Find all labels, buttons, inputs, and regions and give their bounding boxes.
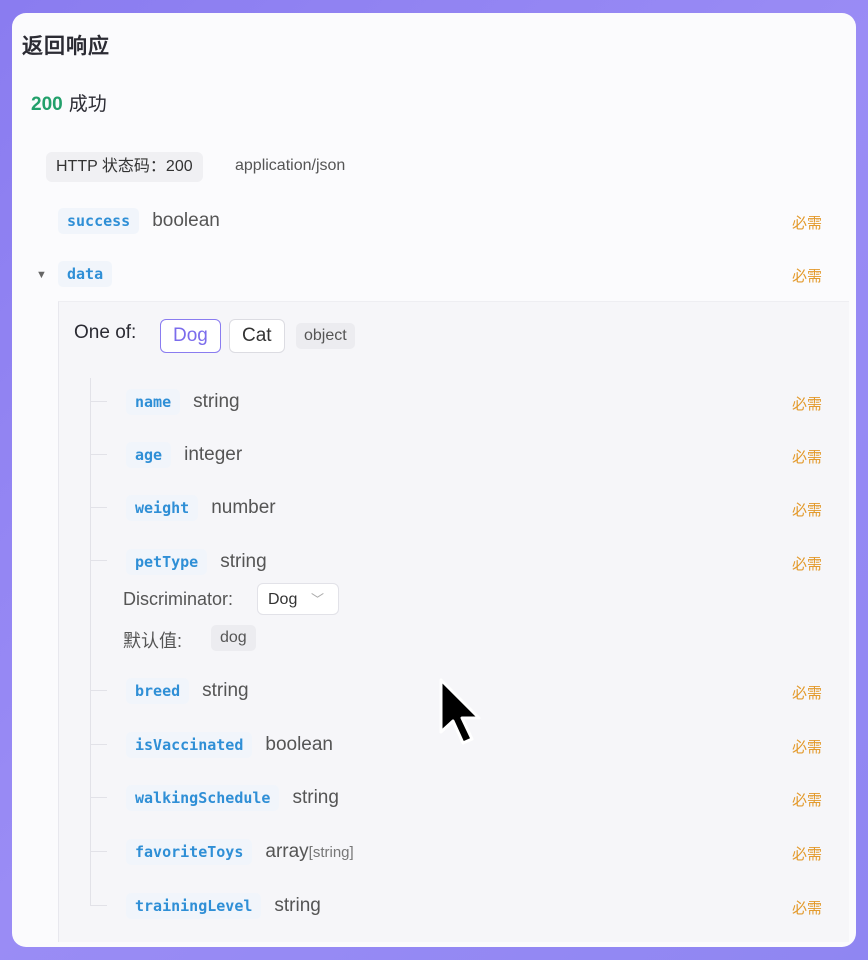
- chevron-down-icon: ﹀: [310, 592, 324, 607]
- section-title: 返回响应: [22, 35, 110, 58]
- field-name: weight: [126, 495, 199, 521]
- required-label: 必需: [791, 739, 822, 756]
- tree-branch: [91, 690, 107, 691]
- field-name: breed: [126, 678, 190, 704]
- required-label: 必需: [791, 215, 822, 232]
- required-label: 必需: [791, 268, 822, 285]
- field-name: name: [126, 389, 181, 415]
- field-type: integer: [184, 444, 243, 465]
- required-label: 必需: [791, 900, 822, 917]
- required-label: 必需: [791, 792, 822, 809]
- field-data[interactable]: data: [58, 259, 113, 289]
- default-value: dog: [211, 625, 256, 651]
- tree-branch: [91, 401, 107, 402]
- required-label: 必需: [791, 449, 822, 466]
- field-breed-row: breed string: [126, 676, 249, 706]
- response-card: 返回响应 200 成功 HTTP 状态码：200 application/json…: [12, 13, 856, 947]
- required-label: 必需: [791, 502, 822, 519]
- field-type: string: [202, 680, 249, 701]
- status-code: 200: [31, 94, 63, 115]
- status-line[interactable]: 200 成功: [31, 89, 107, 116]
- content-type: application/json: [235, 157, 346, 174]
- object-type-tag: object: [296, 323, 355, 349]
- required-label: 必需: [791, 556, 822, 573]
- status-text: 成功: [68, 94, 107, 115]
- field-name: trainingLevel: [126, 893, 262, 919]
- tree-branch: [91, 851, 107, 852]
- tree-branch: [91, 560, 107, 561]
- field-type: string: [292, 787, 339, 808]
- field-name-row: name string: [126, 387, 240, 417]
- field-success: success boolean: [58, 206, 220, 236]
- tree-branch: [91, 454, 107, 455]
- field-type: boolean: [152, 210, 220, 231]
- field-type: boolean: [265, 734, 333, 755]
- field-name: favoriteToys: [126, 839, 253, 865]
- field-name: success: [58, 208, 140, 234]
- oneof-label: One of:: [74, 322, 137, 343]
- discriminator-label: Discriminator:: [123, 589, 234, 609]
- tree-line: [90, 378, 91, 906]
- field-traininglevel-row: trainingLevel string: [126, 891, 321, 921]
- field-weight-row: weight number: [126, 493, 276, 523]
- oneof-option-cat[interactable]: Cat: [229, 319, 285, 353]
- oneof-option-dog[interactable]: Dog: [160, 319, 221, 353]
- field-type: string: [274, 895, 321, 916]
- field-name: petType: [126, 549, 208, 575]
- field-type-main: array: [265, 841, 309, 862]
- field-type: string: [193, 391, 240, 412]
- field-name: isVaccinated: [126, 732, 253, 758]
- field-isvaccinated-row: isVaccinated boolean: [126, 730, 333, 760]
- required-label: 必需: [791, 685, 822, 702]
- tree-branch: [91, 744, 107, 745]
- field-name: age: [126, 442, 172, 468]
- field-type-sub: [string]: [308, 844, 354, 861]
- discriminator-select[interactable]: Dog ﹀: [257, 583, 339, 615]
- required-label: 必需: [791, 396, 822, 413]
- field-name: walkingSchedule: [126, 785, 280, 811]
- field-type: array[string]: [265, 841, 353, 863]
- tree-branch: [91, 507, 107, 508]
- collapse-triangle-icon[interactable]: ▼: [36, 269, 47, 281]
- field-name: data: [58, 261, 113, 287]
- tree-branch: [91, 797, 107, 798]
- field-type: string: [220, 551, 267, 572]
- tree-branch: [91, 905, 107, 906]
- field-type: number: [211, 497, 276, 518]
- field-favoritetoys-row: favoriteToys array[string]: [126, 837, 354, 867]
- required-label: 必需: [791, 846, 822, 863]
- mouse-pointer-icon: [439, 678, 481, 745]
- discriminator-value: Dog: [268, 591, 298, 608]
- http-status-badge: HTTP 状态码：200: [46, 152, 203, 182]
- field-pettype-row: petType string: [126, 547, 267, 577]
- default-label: 默认值:: [123, 631, 183, 651]
- field-age-row: age integer: [126, 440, 242, 470]
- field-walkingschedule-row: walkingSchedule string: [126, 783, 339, 813]
